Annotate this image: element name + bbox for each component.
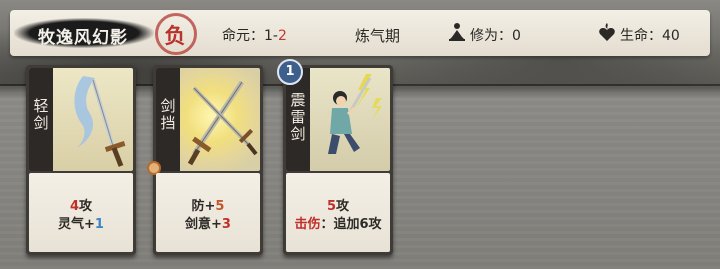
card-effect-line-2: 击伤：追加6攻 [286, 213, 390, 232]
realm-label: 炼气期 [355, 27, 401, 45]
defense-value: 5 [215, 199, 225, 214]
player-name[interactable]: 牧逸风幻影 [38, 23, 128, 48]
destiny-label: 命元： [222, 28, 264, 44]
attack-label: 攻 [79, 199, 93, 214]
attack-value: 4 [69, 199, 80, 214]
destiny-current: 1 [264, 28, 273, 44]
card-level-badge: 1 [277, 59, 303, 85]
attack-value: 5 [326, 199, 337, 214]
card-art: 剑挡 [156, 68, 260, 171]
card-name-tab: 剑挡 [156, 68, 180, 171]
sword-intent-label: 剑意+ [185, 217, 222, 232]
card-light-sword[interactable]: 轻剑 4攻 灵气+1 [26, 65, 136, 255]
injure-effect: ：追加6攻 [320, 217, 382, 232]
light-sword-icon [74, 76, 126, 167]
card-art: 轻剑 [29, 68, 133, 171]
cultivation-stat: 修为：0 [470, 28, 521, 44]
card-effect-line-1: 防+5 [156, 195, 260, 214]
qi-value: 1 [94, 217, 104, 232]
card-description: 4攻 灵气+1 [29, 173, 133, 252]
card-name: 震雷剑 [290, 91, 306, 143]
hp-stat: 生命：40 [620, 28, 680, 44]
attack-label: 攻 [336, 199, 350, 214]
crossed-swords-icon [187, 80, 258, 166]
card-name: 轻剑 [33, 97, 49, 132]
card-art: 震雷剑 [286, 68, 390, 171]
card-effect-line-1: 4攻 [29, 195, 133, 214]
card-effect-line-2: 剑意+3 [156, 213, 260, 232]
defeat-seal-icon: 负 [152, 10, 198, 56]
sword-intent-value: 3 [221, 217, 231, 232]
meditating-figure-icon [449, 23, 465, 41]
card-name-tab: 轻剑 [29, 68, 53, 171]
thunder-swordsman-icon [328, 74, 382, 154]
injure-keyword: 击伤 [294, 217, 321, 232]
card-sword-block[interactable]: 剑挡 防+5 剑意+3 [147, 65, 263, 255]
card-description: 防+5 剑意+3 [156, 173, 260, 252]
qi-label: 灵气+ [58, 217, 95, 232]
destiny-stat: 命元：1-2 [222, 25, 287, 45]
destiny-max: 2 [277, 28, 287, 44]
heart-flame-icon [599, 23, 615, 41]
card-name: 剑挡 [160, 97, 176, 132]
card-thunder-sword[interactable]: 震雷剑 1 5攻 击伤：追加6攻 [277, 59, 393, 255]
defeat-seal-char: 负 [164, 24, 186, 48]
card-effect-line-1: 5攻 [286, 195, 390, 214]
card-effect-line-2: 灵气+1 [29, 213, 133, 232]
defense-label: 防+ [191, 199, 216, 214]
card-description: 5攻 击伤：追加6攻 [286, 173, 390, 252]
